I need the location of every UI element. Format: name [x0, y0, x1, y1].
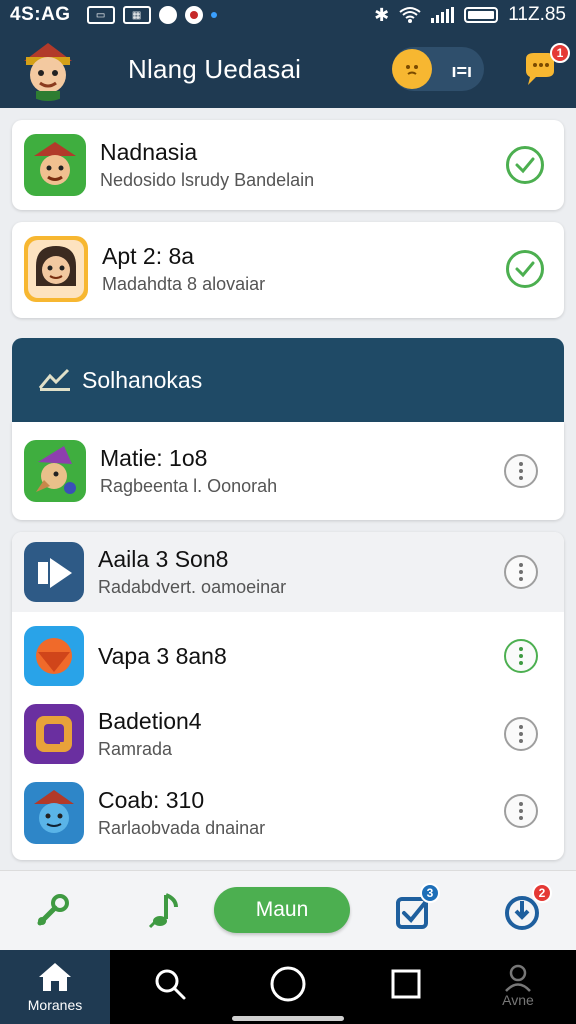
check-icon[interactable] [506, 250, 544, 288]
tasks-button[interactable]: 3 [390, 883, 440, 935]
app-card[interactable]: Apt 2: 8a Madahdta 8 alovaiar [12, 222, 564, 318]
more-options-icon[interactable] [504, 639, 538, 673]
nav-profile-label: Avne [502, 992, 534, 1008]
list-item-title: Vapa 3 8an8 [98, 642, 227, 669]
list-item-title: Matie: 1o8 [100, 445, 208, 471]
list-item-subtitle: Radabdvert. oamoeinar [98, 577, 287, 597]
tool-button[interactable] [28, 887, 76, 935]
card-title: Apt 2: 8a [102, 243, 195, 269]
list-card[interactable]: Matie: 1o8 Ragbeenta l. Oonorah [12, 422, 564, 520]
square-icon [391, 969, 421, 999]
more-options-icon[interactable] [504, 717, 538, 751]
bluetooth-icon: ✱ [374, 4, 390, 25]
section-title: Solhanokas [82, 366, 203, 393]
person-avatar-icon [24, 236, 88, 302]
music-button[interactable] [140, 887, 188, 935]
battery-text: 11Z.85 [508, 4, 566, 25]
play-app-icon [24, 542, 84, 602]
shield-app-icon [24, 704, 84, 764]
app-title: Nlang Uedasai [128, 53, 302, 84]
more-options-icon[interactable] [504, 555, 538, 589]
tool-icon [37, 894, 69, 926]
list-item-subtitle: Ragbeenta l. Oonorah [100, 476, 278, 496]
card-title: Nadnasia [100, 139, 198, 165]
tasks-badge: 3 [420, 883, 440, 903]
search-button[interactable] [150, 964, 190, 1004]
downloads-badge: 2 [532, 883, 552, 903]
notification-badge: 1 [550, 43, 570, 63]
battery-icon [464, 7, 499, 23]
home-icon [39, 963, 71, 991]
status-bar: 4S:AG ▭ ▦ ✱ 11Z.85 [0, 0, 576, 30]
emoji-icon [392, 49, 432, 89]
list-item-subtitle: Ramrada [98, 739, 173, 759]
pirate-app-icon [24, 782, 84, 844]
record-notification-icon [184, 6, 203, 24]
list-item-title: Badetion4 [98, 708, 202, 734]
messages-button[interactable]: 1 [520, 43, 570, 89]
app-bar: Nlang Uedasai ı=ı 1 [0, 30, 576, 108]
wizard-icon [24, 440, 86, 502]
list-item-title: Aaila 3 Son8 [98, 546, 229, 572]
wifi-icon [399, 7, 421, 23]
list-item[interactable]: Vapa 3 8an8 [12, 624, 564, 688]
recents-button[interactable] [386, 964, 426, 1004]
profile-avatar[interactable] [16, 37, 80, 101]
nav-home-tab[interactable]: Moranes [0, 950, 110, 1024]
image-notification-icon: ▦ [122, 6, 151, 24]
user-icon [505, 964, 531, 992]
mode-toggle[interactable]: ı=ı [392, 47, 484, 91]
status-notification-icons: ▭ ▦ [86, 6, 217, 24]
more-options-icon[interactable] [504, 454, 538, 488]
home-circle-button[interactable] [268, 964, 308, 1004]
home-indicator[interactable] [232, 1016, 344, 1021]
chart-icon [38, 368, 70, 391]
nav-profile-tab[interactable]: Avne [490, 964, 546, 1008]
more-options-icon[interactable] [504, 794, 538, 828]
system-nav-bar: Moranes Avne [0, 950, 576, 1024]
card-subtitle: Madahdta 8 alovaiar [102, 274, 266, 294]
circle-icon [270, 966, 306, 1002]
ball-app-icon [24, 626, 84, 686]
music-icon [148, 893, 178, 929]
list-item[interactable]: Coab: 310 Rarlaobvada dnainar [12, 780, 564, 846]
check-icon[interactable] [506, 146, 544, 184]
game-character-icon [24, 134, 86, 196]
nav-home-label: Moranes [27, 997, 83, 1013]
sim-icon: ▭ [86, 6, 115, 24]
list-item[interactable]: Badetion4 Ramrada [12, 702, 564, 766]
downloads-button[interactable]: 2 [498, 883, 552, 935]
search-icon [155, 969, 186, 1000]
main-button[interactable]: Maun [214, 887, 350, 933]
list-item-subtitle: Rarlaobvada dnainar [98, 818, 266, 838]
section-header: Solhanokas [12, 338, 564, 422]
card-subtitle: Nedosido lsrudy Bandelain [100, 170, 315, 190]
camera-notification-icon [158, 6, 177, 24]
toggle-label: ı=ı [451, 61, 472, 81]
list-item[interactable]: Aaila 3 Son8 Radabdvert. oamoeinar [12, 532, 564, 612]
dot-notification-icon [210, 12, 217, 18]
app-card[interactable]: Nadnasia Nedosido lsrudy Bandelain [12, 120, 564, 210]
status-time: 4S:AG [10, 4, 71, 25]
list-group-card: Aaila 3 Son8 Radabdvert. oamoeinar Vapa … [12, 532, 564, 860]
list-item-title: Coab: 310 [98, 787, 205, 813]
bottom-toolbar: Maun 3 2 [0, 870, 576, 950]
signal-icon [431, 7, 455, 23]
